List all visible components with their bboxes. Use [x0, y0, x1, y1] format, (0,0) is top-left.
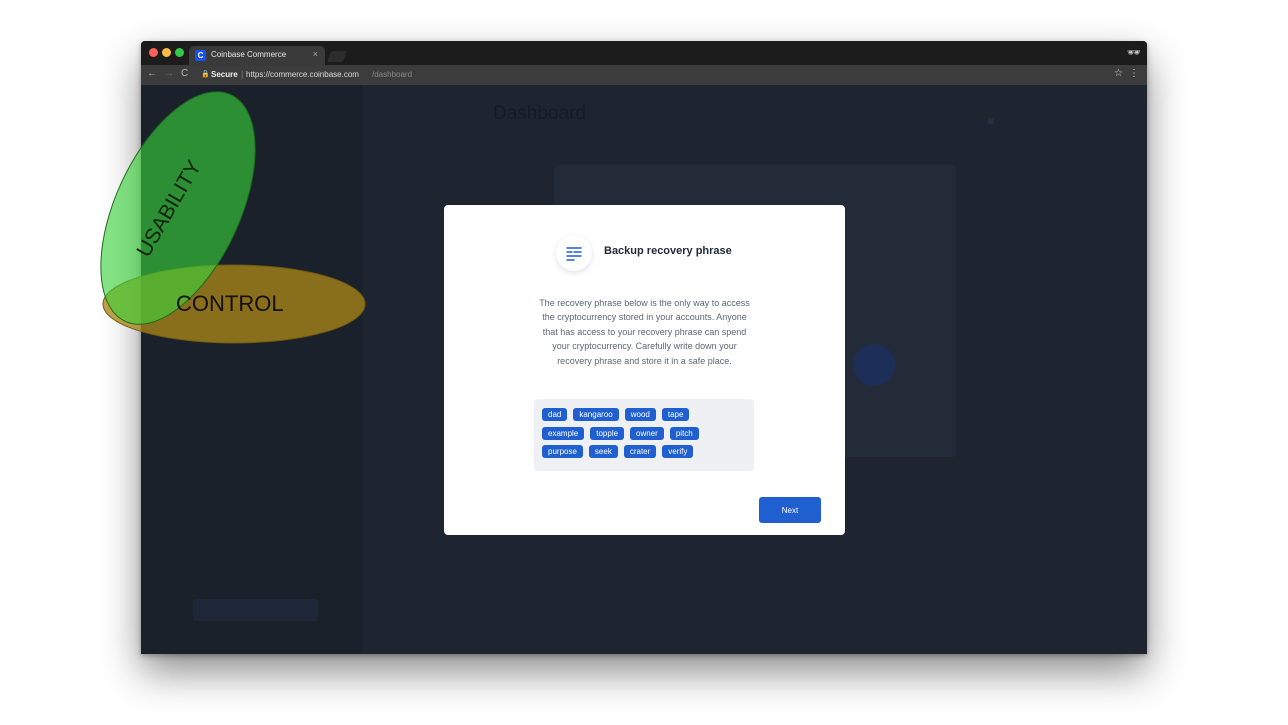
- control-label: CONTROL: [176, 291, 284, 316]
- usability-control-venn-overlay: [100, 91, 366, 344]
